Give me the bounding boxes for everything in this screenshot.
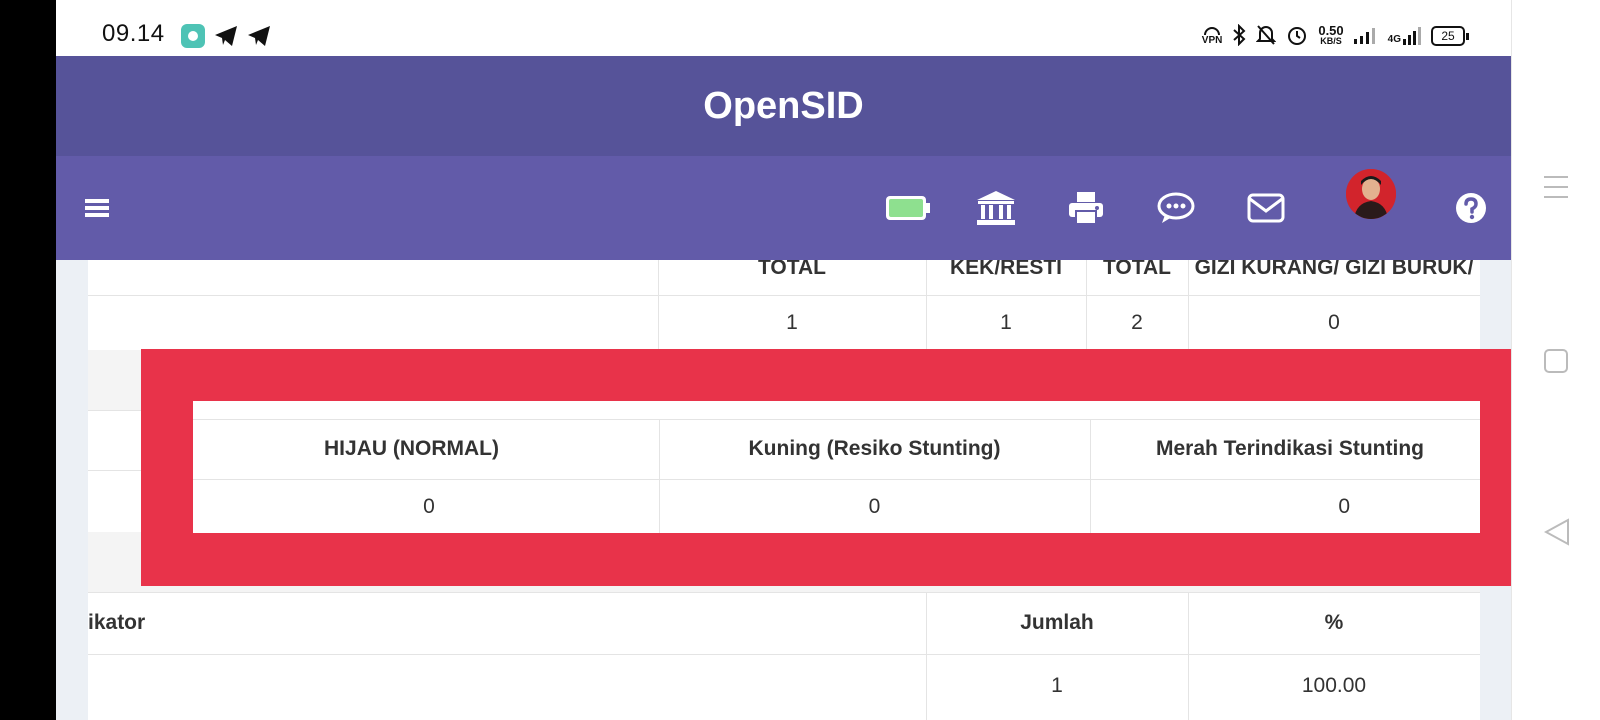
app-title: OpenSID (703, 84, 864, 127)
app-notification-icon (181, 24, 205, 48)
avatar[interactable] (1346, 169, 1396, 219)
home-icon[interactable] (1544, 349, 1568, 378)
status-right-group: VPN 0.50 KB/S 4G 25 (1202, 20, 1469, 52)
signal-4g-icon: 4G (1388, 27, 1421, 45)
value-gizi: 0 (1328, 311, 1340, 334)
printer-icon[interactable] (1066, 186, 1106, 230)
alarm-icon (1286, 24, 1308, 49)
header-kuning: Kuning (Resiko Stunting) (748, 437, 1001, 460)
battery-status: 25 (1431, 26, 1469, 46)
navbar (56, 156, 1511, 260)
battery-level: 25 (1431, 26, 1465, 46)
value-kek-resti: 1 (1000, 311, 1012, 334)
value-total-2: 2 (1131, 311, 1143, 334)
status-time: 09.14 (102, 20, 165, 47)
app-title-bar: OpenSID (56, 56, 1511, 156)
header-jumlah: Jumlah (1020, 611, 1094, 634)
stunting-table: HIJAU (NORMAL) Kuning (Resiko Stunting) … (193, 401, 1480, 533)
network-speed: 0.50 KB/S (1318, 23, 1344, 47)
menu-icon[interactable] (82, 186, 112, 230)
highlight-box: HIJAU (NORMAL) Kuning (Resiko Stunting) … (141, 349, 1535, 586)
help-icon[interactable] (1454, 186, 1488, 230)
system-nav-rail (1511, 0, 1600, 720)
header-total-2: TOTAL (1102, 260, 1172, 279)
header-indikator: ikator (88, 611, 146, 634)
back-icon[interactable] (1543, 518, 1570, 551)
status-bar: 09.14 VPN 0.50 KB/S 4G 25 (56, 0, 1511, 56)
value-kuning: 0 (868, 494, 881, 518)
battery-icon[interactable] (884, 186, 932, 230)
value-merah: 0 (1338, 494, 1350, 518)
vpn-icon: VPN (1201, 26, 1223, 46)
telegram-icon (214, 24, 238, 48)
speed-unit: KB/S (1320, 36, 1342, 46)
mute-icon (1255, 24, 1277, 49)
bank-icon[interactable] (974, 186, 1018, 230)
vpn-label: VPN (1201, 35, 1223, 46)
signal-icon (1353, 26, 1378, 47)
telegram-icon (247, 24, 271, 48)
value-hijau: 0 (193, 480, 499, 533)
header-merah: Merah Terindikasi Stunting (1156, 437, 1424, 460)
recent-apps-icon[interactable] (1543, 174, 1569, 205)
value-jumlah: 1 (1051, 674, 1063, 697)
header-hijau: HIJAU (NORMAL) (324, 437, 499, 460)
left-black-bar (0, 0, 56, 720)
header-percent: % (1324, 611, 1344, 634)
bluetooth-icon (1232, 23, 1246, 49)
header-total-1: TOTAL (757, 260, 827, 279)
header-kek-resti: KEK/RESTI (949, 260, 1062, 279)
mail-icon[interactable] (1246, 186, 1286, 230)
value-percent: 100.00 (1301, 674, 1367, 697)
network-label: 4G (1387, 34, 1401, 45)
value-hijau-text: 0 (423, 494, 435, 518)
header-gizi: GIZI KURANG/ GIZI BURUK/ (1194, 260, 1474, 279)
chat-icon[interactable] (1156, 186, 1196, 230)
value-total-1: 1 (786, 311, 798, 334)
speed-value: 0.50 (1318, 23, 1344, 38)
